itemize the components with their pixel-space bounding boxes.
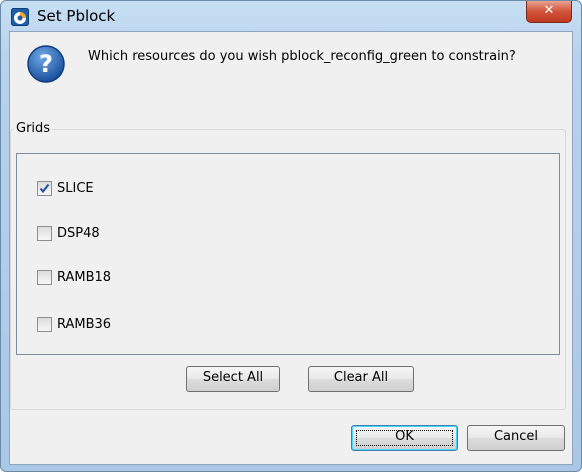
slice-label: SLICE xyxy=(57,181,94,196)
set-pblock-dialog: Set Pblock ✕ ? Which resources do you wi… xyxy=(0,0,582,472)
ramb18-checkbox[interactable] xyxy=(37,270,52,285)
ramb36-checkbox[interactable] xyxy=(37,317,52,332)
window-title: Set Pblock xyxy=(37,7,116,25)
grid-item-ramb18[interactable]: RAMB18 xyxy=(37,267,111,285)
dsp48-checkbox[interactable] xyxy=(37,226,52,241)
grids-list: SLICE DSP48 RAMB18 RAMB36 xyxy=(16,153,560,355)
close-button[interactable]: ✕ xyxy=(526,1,572,23)
ramb36-label: RAMB36 xyxy=(57,317,112,332)
close-icon: ✕ xyxy=(543,3,555,18)
grid-item-ramb36[interactable]: RAMB36 xyxy=(37,314,111,332)
focus-ring xyxy=(356,430,453,446)
dsp48-label: DSP48 xyxy=(57,226,100,241)
check-icon xyxy=(39,183,50,194)
app-icon xyxy=(11,8,29,26)
title-bar[interactable]: Set Pblock ✕ xyxy=(1,1,581,31)
cancel-button[interactable]: Cancel xyxy=(467,425,565,451)
svg-text:?: ? xyxy=(39,50,53,78)
message-text: Which resources do you wish pblock_recon… xyxy=(88,49,516,64)
grids-group-label: Grids xyxy=(14,121,53,136)
clear-all-button[interactable]: Clear All xyxy=(308,366,414,392)
dialog-body: ? Which resources do you wish pblock_rec… xyxy=(9,31,573,465)
grid-item-slice[interactable]: SLICE xyxy=(37,178,94,196)
grid-item-dsp48[interactable]: DSP48 xyxy=(37,223,100,241)
ok-button[interactable]: OK xyxy=(351,425,458,451)
ramb18-label: RAMB18 xyxy=(57,270,112,285)
slice-checkbox[interactable] xyxy=(37,181,52,196)
select-all-button[interactable]: Select All xyxy=(186,366,280,392)
question-icon: ? xyxy=(26,44,66,84)
